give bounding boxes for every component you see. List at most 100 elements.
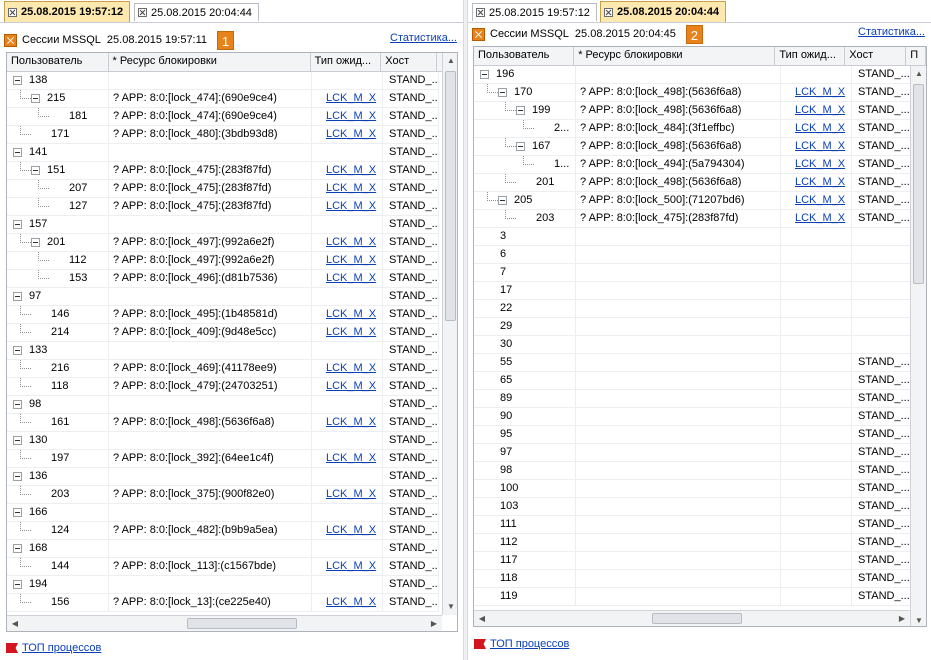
table-row[interactable]: 89 STAND_... <box>474 390 914 408</box>
scroll-thumb[interactable] <box>187 618 297 629</box>
table-row[interactable]: 197 ? APP: 8:0:[lock_392]:(64ee1c4f) LCK_M… <box>7 450 439 468</box>
user-column-header[interactable]: Пользователь <box>7 53 109 71</box>
table-row[interactable]: 95 STAND_... <box>474 426 914 444</box>
table-row[interactable]: 141 STAND_... <box>7 144 439 162</box>
table-row[interactable]: 119 STAND_... <box>474 588 914 606</box>
table-row[interactable]: 117 STAND_... <box>474 552 914 570</box>
wait-type-link[interactable]: LCK_M_X <box>326 254 376 266</box>
table-row[interactable]: 203 ? APP: 8:0:[lock_475]:(283f87fd) LCK_M… <box>474 210 914 228</box>
wait-type-link[interactable]: LCK_M_X <box>326 560 376 572</box>
table-row[interactable]: 29 <box>474 318 914 336</box>
scroll-left-icon[interactable]: ◀ <box>7 616 23 631</box>
table-row[interactable]: 111 STAND_... <box>474 516 914 534</box>
wait-type-link[interactable]: LCK_M_X <box>326 110 376 122</box>
table-row[interactable]: 205 ? APP: 8:0:[lock_500]:(71207bd6) LCK_M… <box>474 192 914 210</box>
table-row[interactable]: 216 ? APP: 8:0:[lock_469]:(41178ee9) LCK_M… <box>7 360 439 378</box>
tab-snapshot-1[interactable]: 25.08.2015 19:57:12 <box>472 3 597 21</box>
wait-type-link[interactable]: LCK_M_X <box>795 122 845 134</box>
table-row[interactable]: 170 ? APP: 8:0:[lock_498]:(5636f6a8) LCK_M… <box>474 84 914 102</box>
table-row[interactable]: 98 STAND_... <box>474 462 914 480</box>
table-row[interactable]: 203 ? APP: 8:0:[lock_375]:(900f82e0) LCK_M… <box>7 486 439 504</box>
vertical-scrollbar[interactable]: ▲ ▼ <box>442 53 457 615</box>
collapse-toggle-icon[interactable] <box>13 76 22 85</box>
wait-type-link[interactable]: LCK_M_X <box>326 416 376 428</box>
table-row[interactable]: 138 STAND_... <box>7 72 439 90</box>
table-row[interactable]: 161 ? APP: 8:0:[lock_498]:(5636f6a8) LCK_M… <box>7 414 439 432</box>
wait-type-link[interactable]: LCK_M_X <box>326 524 376 536</box>
table-row[interactable]: 112 STAND_... <box>474 534 914 552</box>
vertical-scrollbar[interactable]: ▲ ▼ <box>910 66 926 626</box>
wait-type-link[interactable]: LCK_M_X <box>326 362 376 374</box>
tab-snapshot-2[interactable]: 25.08.2015 20:04:44 <box>600 1 727 22</box>
table-row[interactable]: 6 <box>474 246 914 264</box>
user-column-header[interactable]: Пользователь <box>474 47 575 65</box>
scroll-up-icon[interactable]: ▲ <box>911 66 926 82</box>
wait-type-link[interactable]: LCK_M_X <box>795 176 845 188</box>
tab-snapshot-2[interactable]: 25.08.2015 20:04:44 <box>134 3 259 21</box>
resource-column-header[interactable]: * Ресурс блокировки <box>109 53 311 71</box>
close-icon[interactable] <box>604 7 613 17</box>
tab-snapshot-1[interactable]: 25.08.2015 19:57:12 <box>4 1 131 22</box>
table-row[interactable]: 167 ? APP: 8:0:[lock_498]:(5636f6a8) LCK_M… <box>474 138 914 156</box>
collapse-toggle-icon[interactable] <box>498 88 507 97</box>
scroll-down-icon[interactable]: ▼ <box>443 599 457 615</box>
collapse-toggle-icon[interactable] <box>13 544 22 553</box>
table-row[interactable]: 65 STAND_... <box>474 372 914 390</box>
scroll-down-icon[interactable]: ▼ <box>911 613 926 626</box>
table-row[interactable]: 156 ? APP: 8:0:[lock_13]:(ce225e40) LCK_M_… <box>7 594 439 612</box>
close-icon[interactable] <box>8 7 17 17</box>
collapse-toggle-icon[interactable] <box>13 400 22 409</box>
table-row[interactable]: 215 ? APP: 8:0:[lock_474]:(690e9ce4) LCK_M… <box>7 90 439 108</box>
wait-type-link[interactable]: LCK_M_X <box>795 194 845 206</box>
table-row[interactable]: 153 ? APP: 8:0:[lock_496]:(d81b7536) LCK_M… <box>7 270 439 288</box>
table-row[interactable]: 207 ? APP: 8:0:[lock_475]:(283f87fd) LCK_M… <box>7 180 439 198</box>
collapse-toggle-icon[interactable] <box>13 472 22 481</box>
table-row[interactable]: 196 STAND_... <box>474 66 914 84</box>
collapse-toggle-icon[interactable] <box>498 196 507 205</box>
wait-type-link[interactable]: LCK_M_X <box>326 182 376 194</box>
table-row[interactable]: 144 ? APP: 8:0:[lock_113]:(c1567bde) LCK_M… <box>7 558 439 576</box>
table-row[interactable]: 166 STAND_... <box>7 504 439 522</box>
table-row[interactable]: 30 <box>474 336 914 354</box>
wait-type-link[interactable]: LCK_M_X <box>326 128 376 140</box>
table-row[interactable]: 130 STAND_... <box>7 432 439 450</box>
wait-type-link[interactable]: LCK_M_X <box>326 272 376 284</box>
table-row[interactable]: 55 STAND_... <box>474 354 914 372</box>
collapse-toggle-icon[interactable] <box>31 238 40 247</box>
collapse-toggle-icon[interactable] <box>480 70 489 79</box>
scroll-thumb[interactable] <box>913 84 924 284</box>
table-row[interactable]: 17 <box>474 282 914 300</box>
collapse-toggle-icon[interactable] <box>516 106 525 115</box>
table-row[interactable]: 98 STAND_... <box>7 396 439 414</box>
top-processes[interactable]: ТОП процессов <box>6 642 101 654</box>
table-row[interactable]: 100 STAND_... <box>474 480 914 498</box>
close-icon[interactable] <box>138 8 147 17</box>
statistics-link[interactable]: Статистика... <box>390 32 457 44</box>
resource-column-header[interactable]: * Ресурс блокировки <box>574 47 776 65</box>
scroll-right-icon[interactable]: ▶ <box>894 611 910 626</box>
scroll-left-icon[interactable]: ◀ <box>474 611 490 626</box>
wait-type-link[interactable]: LCK_M_X <box>795 140 845 152</box>
collapse-toggle-icon[interactable] <box>516 142 525 151</box>
scroll-right-icon[interactable]: ▶ <box>426 616 442 631</box>
statistics-link[interactable]: Статистика... <box>858 26 925 38</box>
wait-type-link[interactable]: LCK_M_X <box>326 326 376 338</box>
scroll-thumb[interactable] <box>652 613 742 624</box>
wait-type-column-header[interactable]: Тип ожид... <box>775 47 846 65</box>
table-row[interactable]: 3 <box>474 228 914 246</box>
collapse-toggle-icon[interactable] <box>13 346 22 355</box>
wait-type-link[interactable]: LCK_M_X <box>326 488 376 500</box>
collapse-toggle-icon[interactable] <box>13 436 22 445</box>
table-row[interactable]: 2... ? APP: 8:0:[lock_484]:(3f1effbc) LCK_… <box>474 120 914 138</box>
extra-column-header[interactable]: П <box>906 47 926 65</box>
table-row[interactable]: 1... ? APP: 8:0:[lock_494]:(5a794304) LCK_… <box>474 156 914 174</box>
scroll-thumb[interactable] <box>445 71 456 321</box>
wait-type-link[interactable]: LCK_M_X <box>326 452 376 464</box>
wait-type-link[interactable]: LCK_M_X <box>326 200 376 212</box>
table-row[interactable]: 171 ? APP: 8:0:[lock_480]:(3bdb93d8) LCK_M… <box>7 126 439 144</box>
host-column-header[interactable]: Хост <box>845 47 907 65</box>
wait-type-link[interactable]: LCK_M_X <box>326 236 376 248</box>
top-processes-link[interactable]: ТОП процессов <box>490 638 569 650</box>
wait-type-link[interactable]: LCK_M_X <box>326 380 376 392</box>
wait-type-link[interactable]: LCK_M_X <box>795 104 845 116</box>
